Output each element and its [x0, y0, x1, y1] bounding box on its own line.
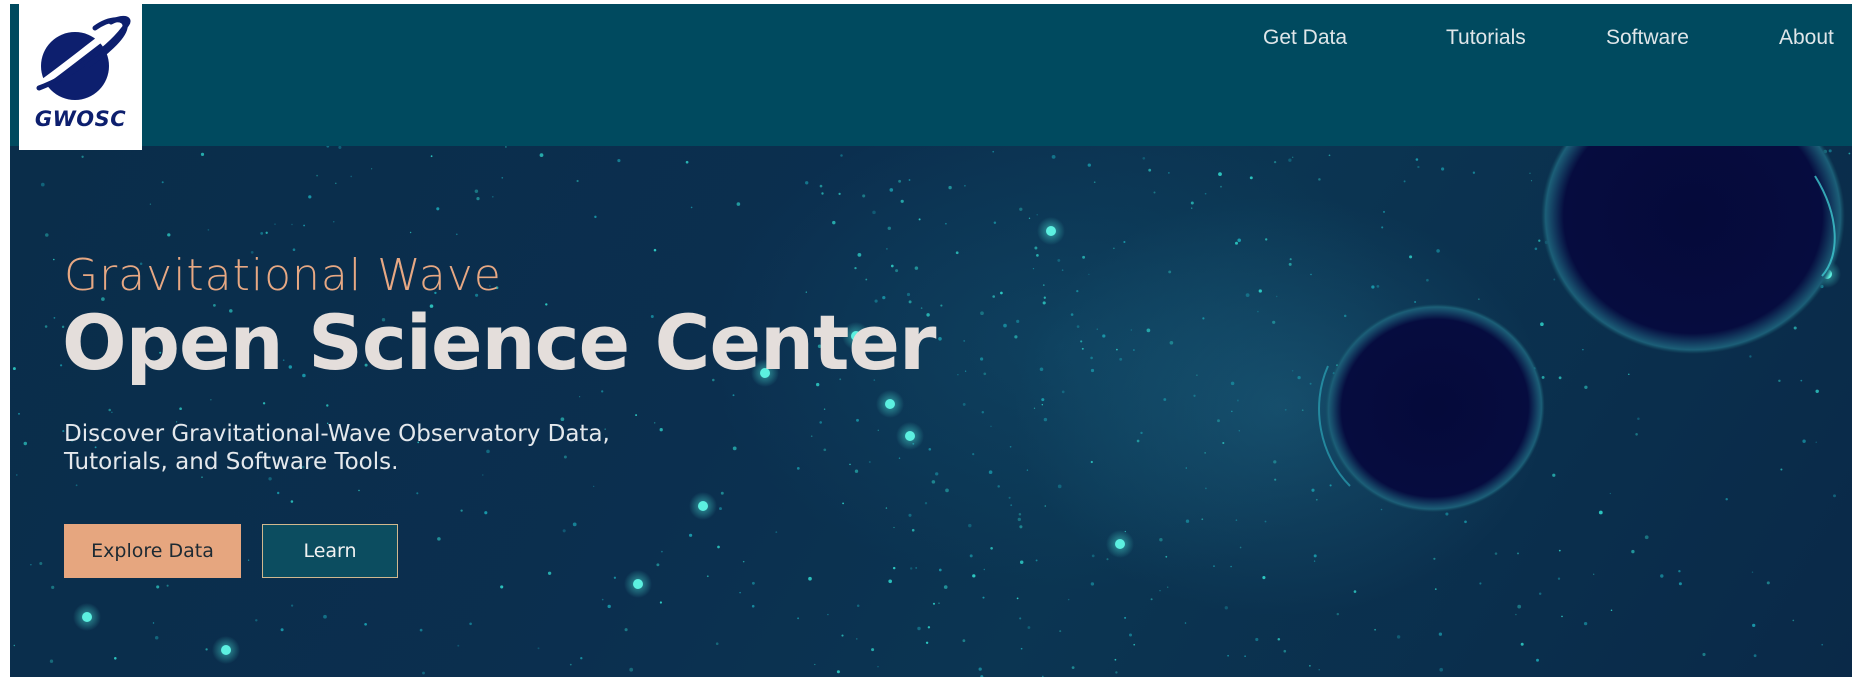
nav-get-data[interactable]: Get Data [1263, 26, 1347, 50]
site-header: Get Data Tutorials Software About [10, 4, 1852, 146]
explore-data-button[interactable]: Explore Data [64, 524, 241, 578]
hero-title: Open Science Center [62, 298, 936, 387]
hero-description: Discover Gravitational-Wave Observatory … [64, 421, 610, 475]
logo-text: GWOSC [34, 107, 127, 131]
page: Get Data Tutorials Software About GWOSC [0, 0, 1852, 677]
logo-link[interactable]: GWOSC [19, 4, 142, 150]
starfield-background [12, 146, 1851, 677]
hero-section: Gravitational Wave Open Science Center D… [10, 146, 1852, 677]
black-hole-left [1318, 303, 1545, 513]
black-hole-right [1541, 146, 1845, 354]
learn-button[interactable]: Learn [262, 524, 398, 578]
nav-software[interactable]: Software [1606, 26, 1689, 50]
nav-tutorials[interactable]: Tutorials [1446, 26, 1526, 50]
left-edge [0, 0, 10, 677]
hero-subtitle: Gravitational Wave [64, 250, 502, 301]
planet-ring-logo-icon [36, 15, 131, 100]
nav-about[interactable]: About [1779, 26, 1834, 50]
